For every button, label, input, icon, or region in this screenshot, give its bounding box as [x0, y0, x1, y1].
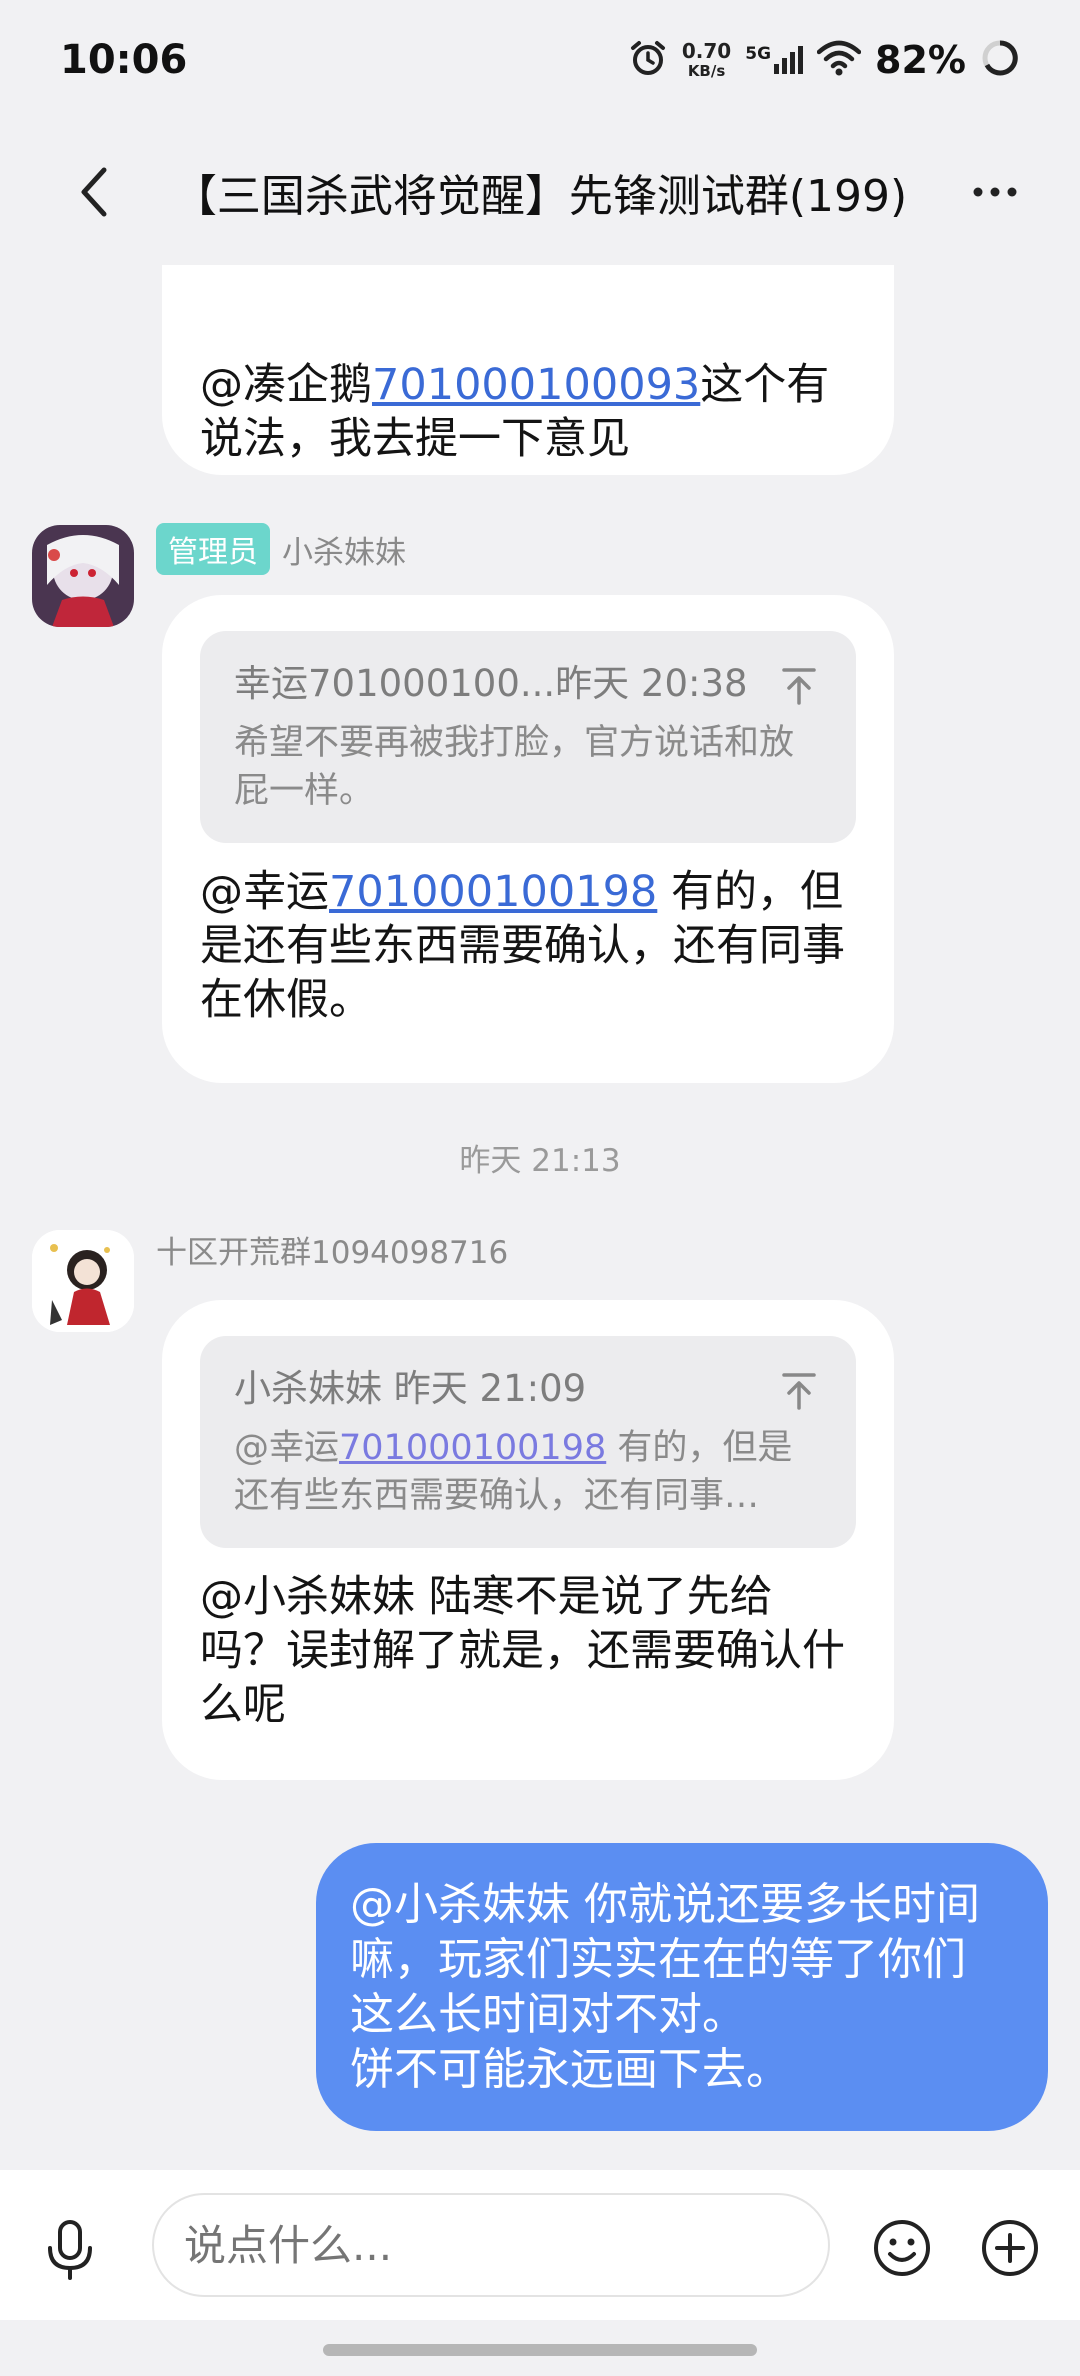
- message-list[interactable]: @凑企鹅701000100093这个有说法，我去提一下意见 管理员 小杀妹妹 幸…: [0, 265, 1080, 2170]
- status-bar: 10:06 0.70 KB/s 5G 82%: [0, 0, 1080, 120]
- signal-5g-icon: 5G: [745, 44, 804, 76]
- message-text: @幸运701000100198 有的，但是还有些东西需要确认，还有同事在休假。: [200, 867, 845, 1025]
- message-text: @凑企鹅701000100093这个有说法，我去提一下意见: [200, 360, 830, 464]
- user-id-link[interactable]: 701000100093: [372, 360, 700, 410]
- message-text: @小杀妹妹 陆寒不是说了先给吗？误封解了就是，还需要确认什么呢: [200, 1572, 845, 1730]
- jump-to-quote-icon[interactable]: [778, 665, 820, 707]
- jump-to-quote-icon[interactable]: [778, 1370, 820, 1412]
- add-attachment-button[interactable]: [980, 2218, 1040, 2278]
- microphone-icon: [48, 2220, 92, 2280]
- home-indicator[interactable]: [323, 2344, 757, 2356]
- status-time: 10:06: [60, 37, 188, 83]
- my-message-bubble[interactable]: @小杀妹妹 你就说还要多长时间嘛，玩家们实实在在的等了你们这么长时间对不对。 饼…: [316, 1843, 1048, 2131]
- net-speed-value: 0.70: [681, 39, 732, 63]
- group-title: 【三国杀武将觉醒】先锋测试群(199): [172, 171, 908, 222]
- wifi-icon: [816, 40, 862, 80]
- avatar[interactable]: [32, 525, 134, 627]
- sender-row: 十区开荒群1094098716: [156, 1227, 508, 1272]
- time-divider: 昨天 21:13: [459, 1143, 621, 1179]
- battery-percent: 82%: [875, 38, 966, 82]
- chat-header: 【三国杀武将觉醒】先锋测试群(199): [0, 120, 1080, 265]
- chat-screen: 10:06 0.70 KB/s 5G 82% 【三国杀武将觉醒】先锋测试群(19…: [0, 0, 1080, 2376]
- quoted-message[interactable]: 幸运701000100...昨天 20:38 希望不要再被我打脸，官方说话和放屁…: [200, 631, 856, 843]
- battery-icon: [980, 38, 1020, 82]
- more-options-button[interactable]: [970, 172, 1020, 212]
- input-bar: [0, 2170, 1080, 2320]
- message-bubble[interactable]: @凑企鹅701000100093这个有说法，我去提一下意见: [162, 265, 894, 475]
- message-input[interactable]: [152, 2193, 830, 2297]
- quote-header: 小杀妹妹 昨天 21:09: [234, 1367, 587, 1410]
- quote-body: @幸运701000100198 有的，但是还有些东西需要确认，还有同事…: [234, 1428, 793, 1516]
- user-id-link[interactable]: 701000100198: [339, 1428, 606, 1468]
- system-nav-bar: [0, 2320, 1080, 2376]
- quote-header: 幸运701000100...昨天 20:38: [234, 662, 748, 705]
- back-button[interactable]: [70, 162, 120, 222]
- net-speed-unit: KB/s: [687, 62, 726, 80]
- quote-body: 希望不要再被我打脸，官方说话和放屁一样。: [234, 723, 795, 811]
- voice-button[interactable]: [42, 2218, 98, 2282]
- network-type: 5G: [745, 44, 772, 64]
- alarm-icon: [628, 38, 668, 82]
- avatar[interactable]: [32, 1230, 134, 1332]
- sender-name[interactable]: 十区开荒群1094098716: [156, 1227, 508, 1272]
- admin-badge: 管理员: [156, 523, 270, 575]
- plus-circle-icon: [982, 2220, 1038, 2276]
- message-text: @小杀妹妹 你就说还要多长时间嘛，玩家们实实在在的等了你们这么长时间对不对。 饼…: [350, 1879, 980, 2095]
- sender-row: 管理员 小杀妹妹: [156, 523, 406, 575]
- emoji-button[interactable]: [872, 2218, 932, 2278]
- net-speed: 0.70 KB/s: [682, 41, 731, 79]
- status-icons: 0.70 KB/s 5G 82%: [628, 38, 1020, 82]
- sender-name[interactable]: 小杀妹妹: [282, 527, 406, 572]
- quoted-message[interactable]: 小杀妹妹 昨天 21:09 @幸运701000100198 有的，但是还有些东西…: [200, 1336, 856, 1548]
- chevron-left-icon: [81, 167, 107, 217]
- more-dots-icon: [973, 187, 1017, 197]
- message-bubble[interactable]: 幸运701000100...昨天 20:38 希望不要再被我打脸，官方说话和放屁…: [162, 595, 894, 1083]
- message-bubble[interactable]: 小杀妹妹 昨天 21:09 @幸运701000100198 有的，但是还有些东西…: [162, 1300, 894, 1780]
- user-id-link[interactable]: 701000100198: [329, 867, 657, 917]
- smiley-icon: [874, 2220, 930, 2276]
